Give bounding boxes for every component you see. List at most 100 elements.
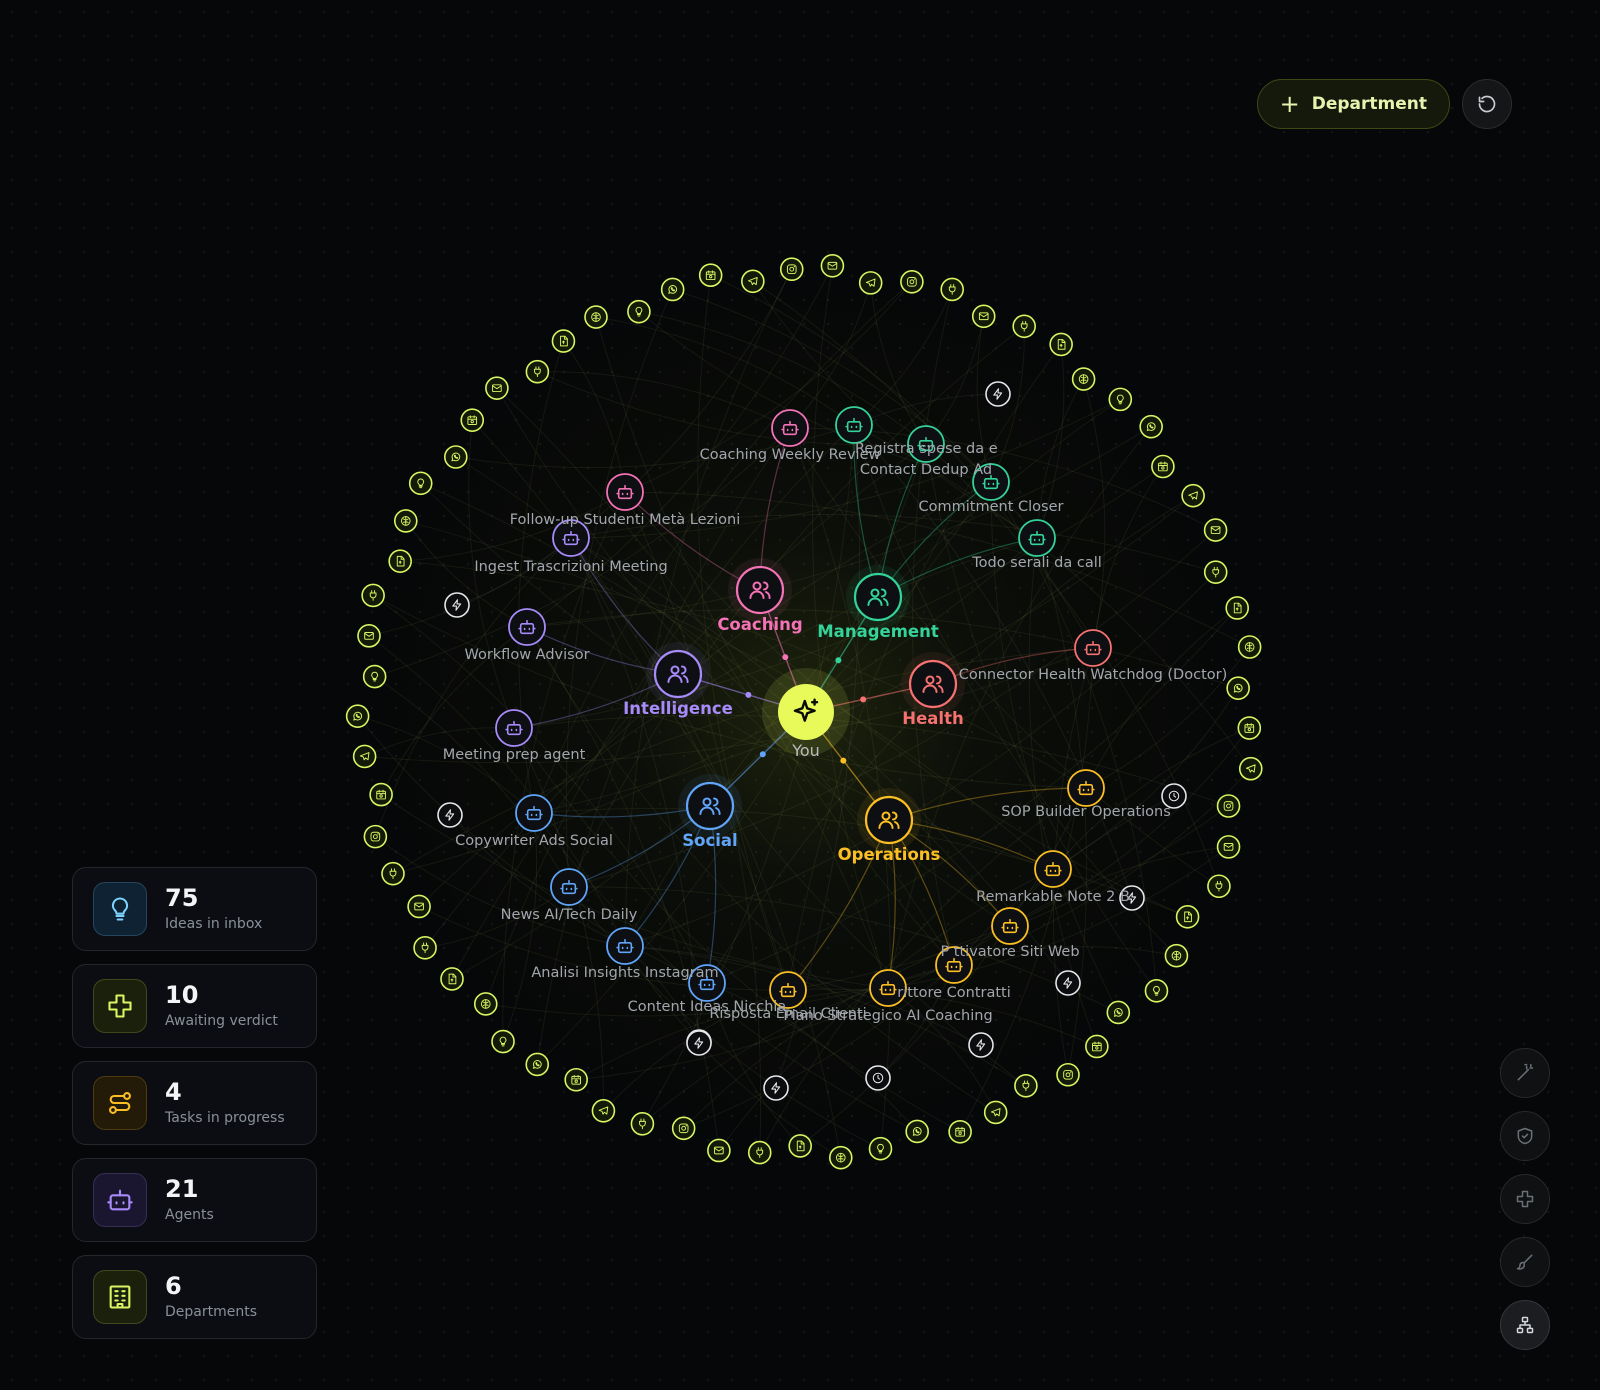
shield-tool-button[interactable] xyxy=(1500,1111,1550,1161)
trigger-node[interactable] xyxy=(437,802,463,828)
integration-node[interactable] xyxy=(1237,716,1262,740)
integration-node[interactable] xyxy=(407,894,431,919)
integration-node[interactable] xyxy=(352,744,377,769)
integration-node[interactable] xyxy=(1139,414,1163,439)
integration-node[interactable] xyxy=(1012,314,1036,339)
integration-node[interactable] xyxy=(413,936,437,960)
integration-node[interactable] xyxy=(741,269,765,294)
integration-node[interactable] xyxy=(1108,387,1133,412)
integration-node[interactable] xyxy=(473,992,498,1016)
trigger-node[interactable] xyxy=(1055,970,1081,996)
integration-node[interactable] xyxy=(525,359,550,384)
brush-tool-button[interactable] xyxy=(1500,1237,1550,1287)
integration-node[interactable] xyxy=(584,305,608,329)
department-node-coaching[interactable] xyxy=(735,565,785,615)
trigger-node[interactable] xyxy=(763,1075,789,1101)
agent-node[interactable] xyxy=(606,473,644,511)
integration-node[interactable] xyxy=(443,445,468,469)
agent-node[interactable] xyxy=(771,409,809,447)
integration-node[interactable] xyxy=(630,1111,655,1136)
integration-node[interactable] xyxy=(1175,905,1200,929)
integration-node[interactable] xyxy=(1207,874,1231,899)
agent-node[interactable] xyxy=(508,608,546,646)
integration-node[interactable] xyxy=(564,1067,588,1092)
integration-node[interactable] xyxy=(408,471,433,496)
integration-node[interactable] xyxy=(1144,979,1169,1003)
agent-node[interactable] xyxy=(835,406,873,444)
integration-node[interactable] xyxy=(1216,794,1241,818)
hierarchy-tool-button[interactable] xyxy=(1500,1300,1550,1350)
integration-node[interactable] xyxy=(971,304,996,329)
agent-node[interactable] xyxy=(550,868,588,906)
integration-node[interactable] xyxy=(361,583,385,608)
integration-node[interactable] xyxy=(1071,367,1096,391)
integration-node[interactable] xyxy=(660,277,685,302)
integration-node[interactable] xyxy=(788,1134,812,1158)
integration-node[interactable] xyxy=(362,664,387,689)
integration-node[interactable] xyxy=(698,263,723,288)
stat-card-awaiting-verdict[interactable]: 10 Awaiting verdict xyxy=(72,964,317,1048)
integration-node[interactable] xyxy=(1226,676,1250,700)
integration-node[interactable] xyxy=(1181,483,1205,508)
integration-node[interactable] xyxy=(440,967,464,991)
integration-node[interactable] xyxy=(940,277,965,302)
reset-view-button[interactable] xyxy=(1462,79,1512,129)
agent-node[interactable] xyxy=(1074,629,1112,667)
department-node-operations[interactable] xyxy=(864,795,914,845)
agent-node[interactable] xyxy=(515,794,553,832)
integration-node[interactable] xyxy=(1237,635,1262,659)
integration-node[interactable] xyxy=(1203,518,1228,542)
integration-node[interactable] xyxy=(1085,1034,1109,1059)
stat-card-departments[interactable]: 6 Departments xyxy=(72,1255,317,1339)
agent-node[interactable] xyxy=(1018,519,1056,557)
agent-node[interactable] xyxy=(495,709,533,747)
integration-node[interactable] xyxy=(747,1140,772,1165)
department-node-intelligence[interactable] xyxy=(653,649,703,699)
integration-node[interactable] xyxy=(388,549,412,573)
center-node[interactable] xyxy=(778,684,834,740)
integration-node[interactable] xyxy=(460,408,485,432)
integration-node[interactable] xyxy=(381,861,405,886)
integration-node[interactable] xyxy=(1225,596,1249,620)
agent-node[interactable] xyxy=(606,927,644,965)
trigger-node[interactable] xyxy=(985,381,1011,407)
integration-node[interactable] xyxy=(357,624,381,648)
trigger-node[interactable] xyxy=(968,1032,994,1058)
trigger-node[interactable] xyxy=(444,592,470,618)
integration-node[interactable] xyxy=(485,376,509,400)
integration-node[interactable] xyxy=(868,1136,893,1161)
department-node-social[interactable] xyxy=(685,781,735,831)
department-node-health[interactable] xyxy=(908,659,958,709)
stat-card-agents[interactable]: 21 Agents xyxy=(72,1158,317,1242)
integration-node[interactable] xyxy=(779,257,804,282)
integration-node[interactable] xyxy=(363,824,388,849)
integration-node[interactable] xyxy=(1056,1062,1080,1087)
integration-node[interactable] xyxy=(900,270,924,294)
integration-node[interactable] xyxy=(905,1119,929,1144)
integration-node[interactable] xyxy=(627,299,651,324)
integration-node[interactable] xyxy=(369,782,393,807)
stat-card-ideas-in-inbox[interactable]: 75 Ideas in inbox xyxy=(72,867,317,951)
integration-node[interactable] xyxy=(707,1138,731,1163)
integration-node[interactable] xyxy=(1216,835,1241,859)
agent-node[interactable] xyxy=(1067,769,1105,807)
integration-node[interactable] xyxy=(345,704,370,728)
integration-node[interactable] xyxy=(820,253,845,278)
magic-wand-tool-button[interactable] xyxy=(1500,1048,1550,1098)
integration-node[interactable] xyxy=(948,1119,972,1144)
integration-node[interactable] xyxy=(1106,1000,1131,1025)
department-node-management[interactable] xyxy=(853,572,903,622)
integration-node[interactable] xyxy=(1049,332,1073,357)
integration-node[interactable] xyxy=(551,329,576,353)
integration-node[interactable] xyxy=(1164,943,1189,968)
integration-node[interactable] xyxy=(1238,756,1263,781)
integration-node[interactable] xyxy=(671,1116,696,1141)
integration-node[interactable] xyxy=(491,1029,515,1054)
integration-node[interactable] xyxy=(525,1052,550,1077)
integration-node[interactable] xyxy=(1151,454,1175,479)
integration-node[interactable] xyxy=(393,509,418,533)
agent-node[interactable] xyxy=(991,907,1029,945)
integration-node[interactable] xyxy=(591,1098,616,1123)
add-department-button[interactable]: + Department xyxy=(1256,79,1450,129)
trigger-node[interactable] xyxy=(865,1065,891,1091)
